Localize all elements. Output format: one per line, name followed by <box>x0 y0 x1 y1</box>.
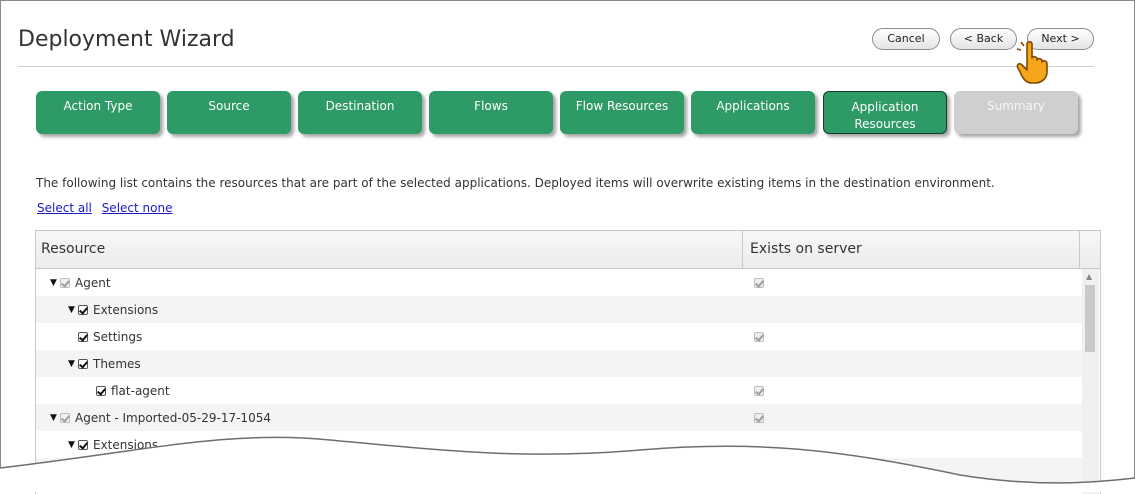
description-text: The following list contains the resource… <box>36 176 995 190</box>
torn-edge <box>0 436 1135 492</box>
selection-links: Select all Select none <box>37 201 178 215</box>
table-row[interactable]: ▼ Themes <box>36 350 1082 377</box>
scrollbar-thumb[interactable] <box>1085 285 1095 352</box>
resource-cell: Settings <box>36 323 142 350</box>
table-row[interactable]: ▼ Agent <box>36 269 1082 296</box>
column-header-exists[interactable]: Exists on server <box>744 231 1080 268</box>
header-divider <box>18 66 1094 67</box>
hand-pointer-icon <box>1016 40 1048 84</box>
resource-label: Extensions <box>93 302 159 317</box>
exists-on-server-cell <box>754 323 769 350</box>
resource-cell: ▼ Extensions <box>36 296 158 323</box>
back-button[interactable]: < Back <box>950 28 1017 50</box>
checkbox-checked-icon[interactable] <box>96 385 106 396</box>
scroll-up-arrow-icon[interactable]: ▲ <box>1086 272 1092 281</box>
checkbox-checked-icon <box>60 277 70 288</box>
checkbox-checked-icon <box>754 277 764 288</box>
triangle-down-icon[interactable]: ▼ <box>50 278 60 288</box>
step-source[interactable]: Source <box>167 91 291 134</box>
table-row[interactable]: ▼ Extensions <box>36 296 1082 323</box>
resource-cell: flat-agent <box>36 377 170 404</box>
cancel-button[interactable]: Cancel <box>872 28 940 50</box>
table-row[interactable]: Settings <box>36 323 1082 350</box>
checkbox-checked-icon <box>754 331 764 342</box>
resource-label: Settings <box>93 329 143 344</box>
triangle-down-icon[interactable]: ▼ <box>68 359 78 369</box>
wizard-window: Deployment Wizard Cancel < Back Next > A… <box>0 0 1135 494</box>
step-action-type[interactable]: Action Type <box>36 91 160 134</box>
step-summary: Summary <box>954 91 1078 134</box>
step-flows[interactable]: Flows <box>429 91 553 134</box>
exists-on-server-cell <box>754 377 769 404</box>
checkbox-checked-icon[interactable] <box>78 358 88 369</box>
step-applications[interactable]: Applications <box>691 91 815 134</box>
resource-cell: ▼ Themes <box>36 350 141 377</box>
select-none-link[interactable]: Select none <box>102 201 173 215</box>
table-row[interactable]: flat-agent <box>36 377 1082 404</box>
resource-label: Agent <box>75 275 111 290</box>
resource-label: flat-agent <box>111 383 170 398</box>
resource-label: Themes <box>93 356 141 371</box>
step-application-resources[interactable]: Application Resources <box>823 91 947 134</box>
select-all-link[interactable]: Select all <box>37 201 92 215</box>
checkbox-checked-icon[interactable] <box>78 331 88 342</box>
checkbox-checked-icon <box>754 385 764 396</box>
column-header-resource[interactable]: Resource <box>36 231 743 268</box>
step-destination[interactable]: Destination <box>298 91 422 134</box>
checkbox-checked-icon[interactable] <box>78 304 88 315</box>
table-header: Resource Exists on server <box>36 231 1100 269</box>
resource-cell: ▼ Agent <box>36 269 111 296</box>
exists-on-server-cell <box>754 269 769 296</box>
step-flow-resources[interactable]: Flow Resources <box>560 91 684 134</box>
page-title: Deployment Wizard <box>18 27 235 52</box>
triangle-down-icon[interactable]: ▼ <box>68 305 78 315</box>
